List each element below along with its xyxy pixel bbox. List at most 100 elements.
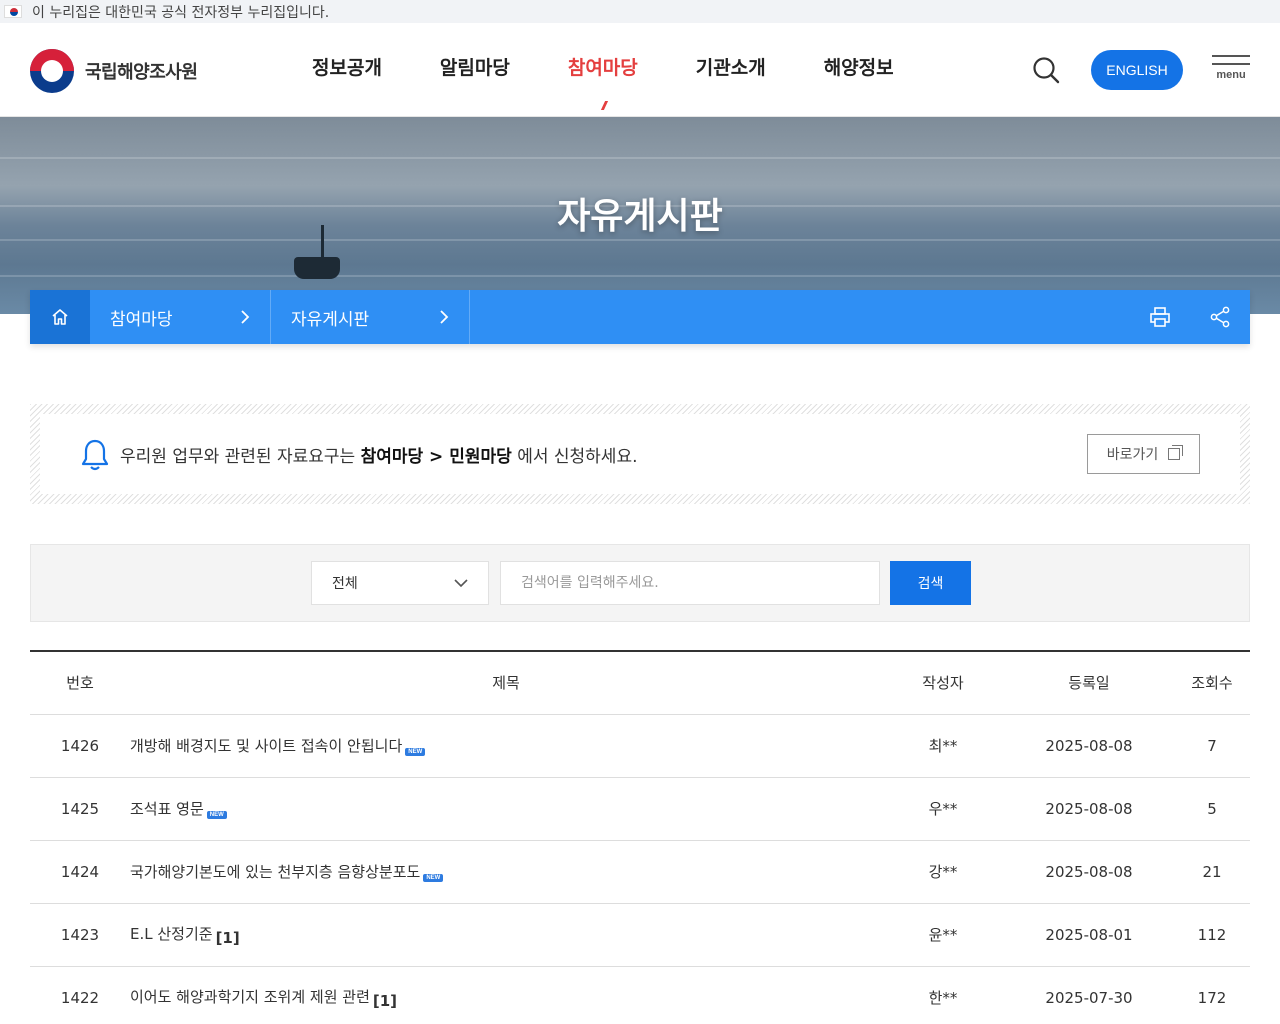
comment-count: [1] — [215, 928, 240, 947]
boat-image — [294, 257, 340, 279]
header-title: 제목 — [130, 651, 882, 715]
page-tools — [1130, 290, 1250, 344]
nav-item-info-disclosure[interactable]: 정보공개 — [312, 53, 382, 80]
search-input[interactable] — [500, 561, 880, 605]
table-row: 1424 국가해양기본도에 있는 천부지층 음향상분포도 NEW 강** 2025… — [30, 840, 1250, 904]
share-button[interactable] — [1190, 290, 1250, 344]
row-title-cell: 이어도 해양과학기지 조위계 제원 관련 [1] — [130, 966, 882, 1024]
header-date: 등록일 — [1004, 651, 1174, 715]
table-header-row: 번호 제목 작성자 등록일 조회수 — [30, 651, 1250, 715]
header-views: 조회수 — [1174, 651, 1250, 715]
new-window-icon — [1168, 445, 1184, 460]
header-writer: 작성자 — [882, 651, 1004, 715]
print-icon — [1150, 307, 1170, 327]
wave-line — [0, 239, 1280, 241]
logo-text: 국립해양조사원 — [85, 62, 198, 83]
new-badge: NEW — [405, 748, 426, 756]
row-writer: 최** — [882, 714, 1004, 778]
row-date: 2025-07-30 — [1004, 966, 1174, 1024]
breadcrumb-item-participation[interactable]: 참여마당 — [90, 290, 271, 344]
notice-path-civil: 민원마당 — [449, 447, 512, 467]
search-button[interactable]: 검색 — [890, 561, 971, 605]
row-views: 7 — [1174, 714, 1250, 778]
notice-inner: 우리원 업무와 관련된 자료요구는 참여마당 > 민원마당 에서 신청하세요. … — [40, 414, 1240, 494]
main-nav: 정보공개 알림마당 참여마당 기관소개 해양정보 — [283, 53, 923, 80]
post-title-link[interactable]: E.L 산정기준 — [130, 925, 213, 943]
english-button[interactable]: ENGLISH — [1091, 50, 1183, 90]
select-value: 전체 — [332, 576, 358, 592]
breadcrumb: 참여마당 자유게시판 — [30, 290, 1250, 344]
nav-item-ocean-info[interactable]: 해양정보 — [824, 53, 894, 80]
goto-label: 바로가기 — [1106, 447, 1159, 463]
row-views: 21 — [1174, 840, 1250, 904]
row-writer: 우** — [882, 777, 1004, 841]
row-number: 1423 — [30, 903, 130, 967]
row-number: 1424 — [30, 840, 130, 904]
goto-button[interactable]: 바로가기 — [1087, 434, 1200, 474]
row-date: 2025-08-08 — [1004, 714, 1174, 778]
new-badge: NEW — [423, 874, 444, 882]
breadcrumb-item-free-board[interactable]: 자유게시판 — [271, 290, 470, 344]
row-writer: 윤** — [882, 903, 1004, 967]
gov-banner-text: 이 누리집은 대한민국 공식 전자정부 누리집입니다. — [32, 4, 330, 21]
search-icon[interactable] — [1031, 55, 1061, 85]
board-table: 번호 제목 작성자 등록일 조회수 1426 개방해 배경지도 및 사이트 접속… — [30, 650, 1250, 1024]
menu-button[interactable]: menu — [1212, 55, 1250, 89]
search-category-select[interactable]: 전체 — [311, 561, 489, 605]
post-title-link[interactable]: 개방해 배경지도 및 사이트 접속이 안됩니다 — [130, 737, 402, 755]
row-date: 2025-08-08 — [1004, 777, 1174, 841]
share-icon — [1210, 306, 1230, 328]
row-title-cell: 국가해양기본도에 있는 천부지층 음향상분포도 NEW — [130, 840, 882, 904]
chevron-right-icon — [241, 310, 250, 324]
header-number: 번호 — [30, 651, 130, 715]
chevron-down-icon — [454, 579, 468, 588]
menu-label: menu — [1216, 69, 1246, 81]
taegeuk-logo-icon — [30, 49, 74, 93]
row-number: 1425 — [30, 777, 130, 841]
table-row: 1426 개방해 배경지도 및 사이트 접속이 안됩니다 NEW 최** 2025… — [30, 714, 1250, 778]
row-writer: 강** — [882, 840, 1004, 904]
notice-text: 우리원 업무와 관련된 자료요구는 참여마당 > 민원마당 에서 신청하세요. — [120, 442, 638, 467]
chevron-right-icon — [440, 310, 449, 324]
home-button[interactable] — [30, 290, 90, 344]
wave-line — [0, 275, 1280, 277]
nav-item-about[interactable]: 기관소개 — [696, 53, 766, 80]
nav-item-participation[interactable]: 참여마당 — [568, 53, 638, 80]
search-area: 전체 검색 — [30, 544, 1250, 622]
korea-flag-icon — [4, 5, 22, 18]
gov-banner: 이 누리집은 대한민국 공식 전자정부 누리집입니다. — [0, 0, 1280, 23]
hero-banner: 자유게시판 — [0, 117, 1280, 314]
row-views: 5 — [1174, 777, 1250, 841]
site-header: 국립해양조사원 정보공개 알림마당 참여마당 기관소개 해양정보 ENGLISH… — [0, 23, 1280, 117]
print-button[interactable] — [1130, 290, 1190, 344]
breadcrumb-label: 참여마당 — [110, 309, 173, 330]
site-logo[interactable]: 국립해양조사원 — [30, 49, 198, 93]
row-views: 172 — [1174, 966, 1250, 1024]
hamburger-icon — [1212, 55, 1250, 57]
comment-count: [1] — [372, 991, 398, 1010]
notice-path-separator: > — [423, 447, 450, 467]
row-views: 112 — [1174, 903, 1250, 967]
table-row: 1423 E.L 산정기준 [1] 윤** 2025-08-01 112 — [30, 903, 1250, 967]
post-title-link[interactable]: 이어도 해양과학기지 조위계 제원 관련 — [130, 988, 370, 1006]
home-icon — [52, 309, 68, 325]
nav-item-notices[interactable]: 알림마당 — [440, 53, 510, 80]
table-row: 1422 이어도 해양과학기지 조위계 제원 관련 [1] 한** 2025-07… — [30, 966, 1250, 1024]
row-number: 1426 — [30, 714, 130, 778]
row-title-cell: 개방해 배경지도 및 사이트 접속이 안됩니다 NEW — [130, 714, 882, 778]
row-title-cell: 조석표 영문 NEW — [130, 777, 882, 841]
wave-line — [0, 157, 1280, 159]
notice-prefix: 우리원 업무와 관련된 자료요구는 — [120, 447, 361, 467]
notice-suffix: 에서 신청하세요. — [511, 447, 638, 467]
post-title-link[interactable]: 조석표 영문 — [130, 800, 204, 818]
breadcrumb-label: 자유게시판 — [291, 309, 370, 330]
post-title-link[interactable]: 국가해양기본도에 있는 천부지층 음향상분포도 — [130, 863, 420, 881]
page-title: 자유게시판 — [557, 196, 723, 237]
row-writer: 한** — [882, 966, 1004, 1024]
row-date: 2025-08-01 — [1004, 903, 1174, 967]
table-row: 1425 조석표 영문 NEW 우** 2025-08-08 5 — [30, 777, 1250, 841]
bell-icon — [81, 439, 109, 471]
notice-path-participation: 참여마당 — [360, 447, 424, 467]
notice-box: 우리원 업무와 관련된 자료요구는 참여마당 > 민원마당 에서 신청하세요. … — [30, 404, 1250, 504]
new-badge: NEW — [206, 811, 227, 819]
